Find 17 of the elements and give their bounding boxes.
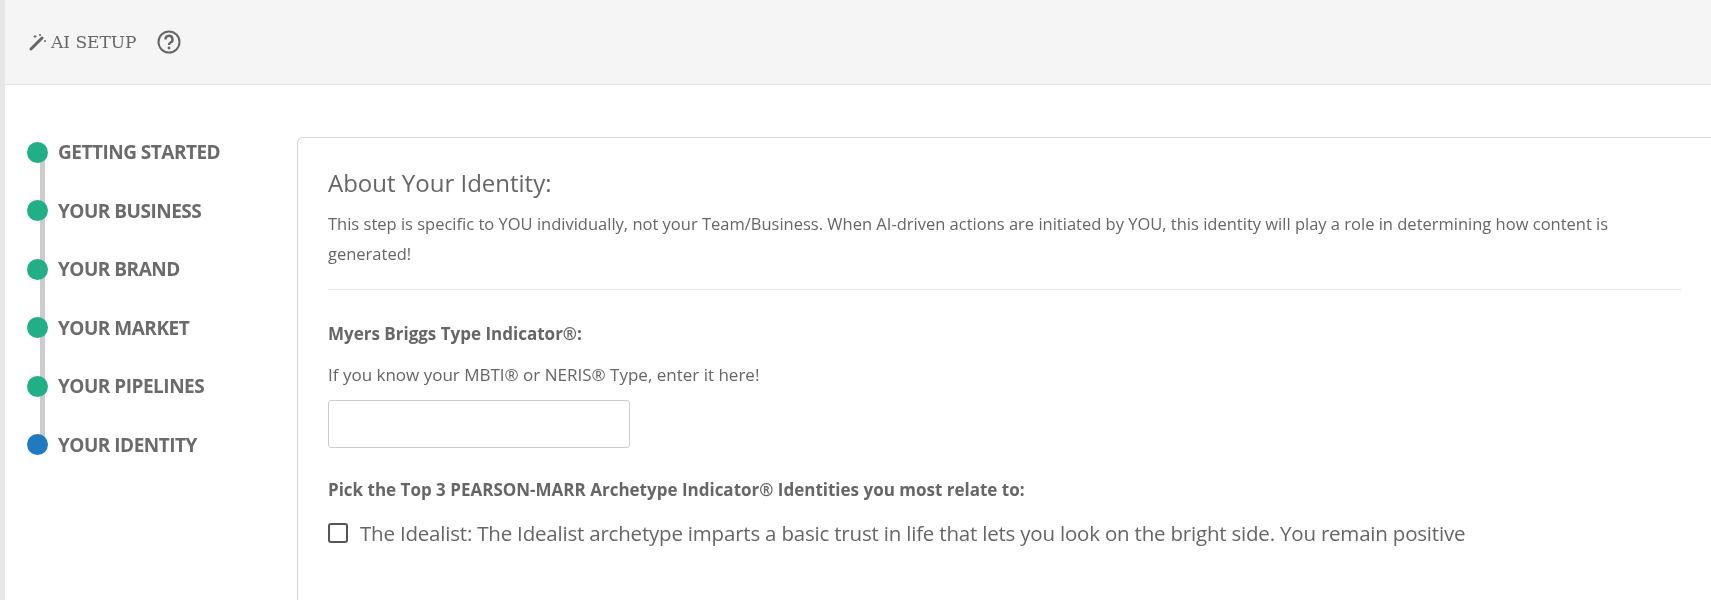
option-text: The Idealist: The Idealist archetype imparts a basic trust in life that lets you look on the bright side. You remain positive [360,519,1466,547]
step-label[interactable]: YOUR IDENTITY [58,431,197,458]
section-heading: About Your Identity: [328,166,553,199]
checkbox[interactable] [328,523,348,543]
intro-text: This step is specific to YOU individually, not your Team/Business. When AI-driven actions are initiated by YOU, this identity will play a role in determining how content is generated! [328,209,1681,290]
field-label: Pick the Top 3 PEARSON-MARR Archetype Indicator® Identities you most relate to: [328,478,1026,501]
field-label: Myers Briggs Type Indicator®: [328,322,583,345]
help-icon[interactable] [156,30,181,54]
step-label[interactable]: YOUR MARKET [58,314,190,341]
step-label[interactable]: GETTING STARTED [58,139,221,166]
step-label[interactable]: YOUR PIPELINES [58,373,205,400]
step-label[interactable]: YOUR BUSINESS [58,197,202,224]
input-field[interactable] [328,400,630,448]
magic-wand-icon [29,33,47,51]
page-title: AI SETUP [51,32,137,52]
step-label[interactable]: YOUR BRAND [58,256,180,283]
field-hint: If you know your MBTI® or NERIS® Type, enter it here! [328,363,761,386]
